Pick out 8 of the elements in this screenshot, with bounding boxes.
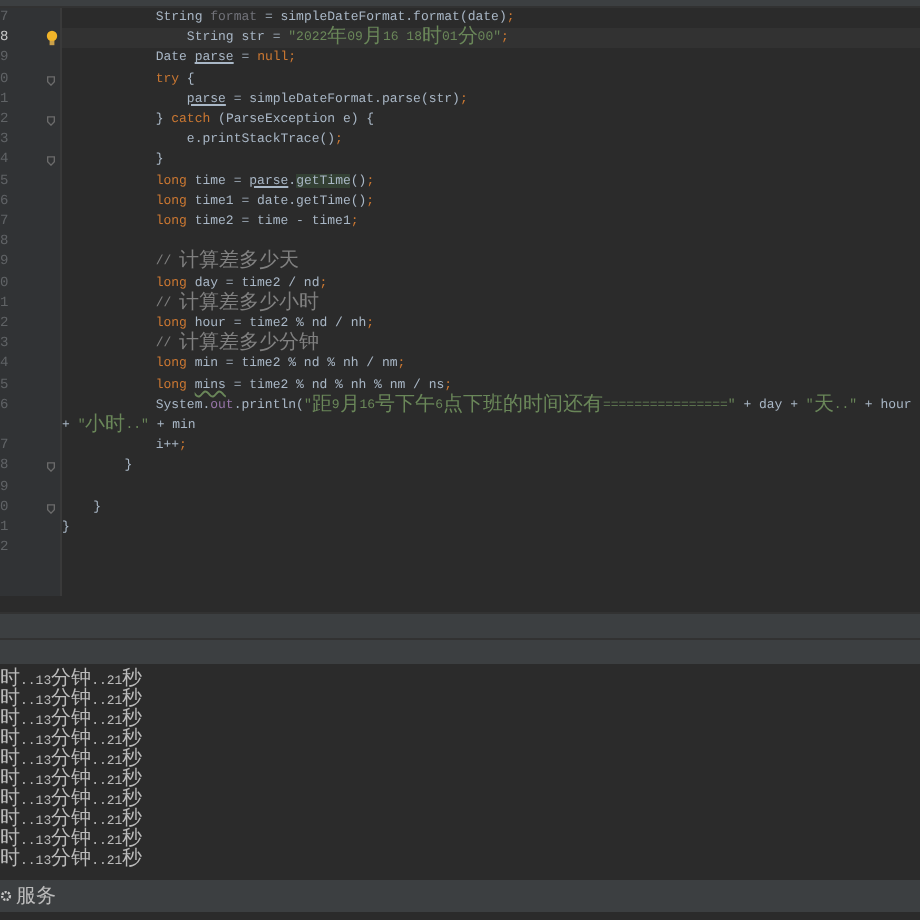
services-tab[interactable]: 服务 (16, 882, 56, 910)
fold-marker-icon[interactable] (46, 503, 56, 514)
fold-marker-icon[interactable] (46, 156, 56, 167)
lightbulb-icon[interactable] (46, 30, 58, 47)
gear-icon[interactable] (0, 890, 12, 902)
fold-marker-icon[interactable] (46, 75, 56, 86)
fold-marker-icon[interactable] (46, 462, 56, 473)
fold-marker-icon[interactable] (46, 116, 56, 127)
